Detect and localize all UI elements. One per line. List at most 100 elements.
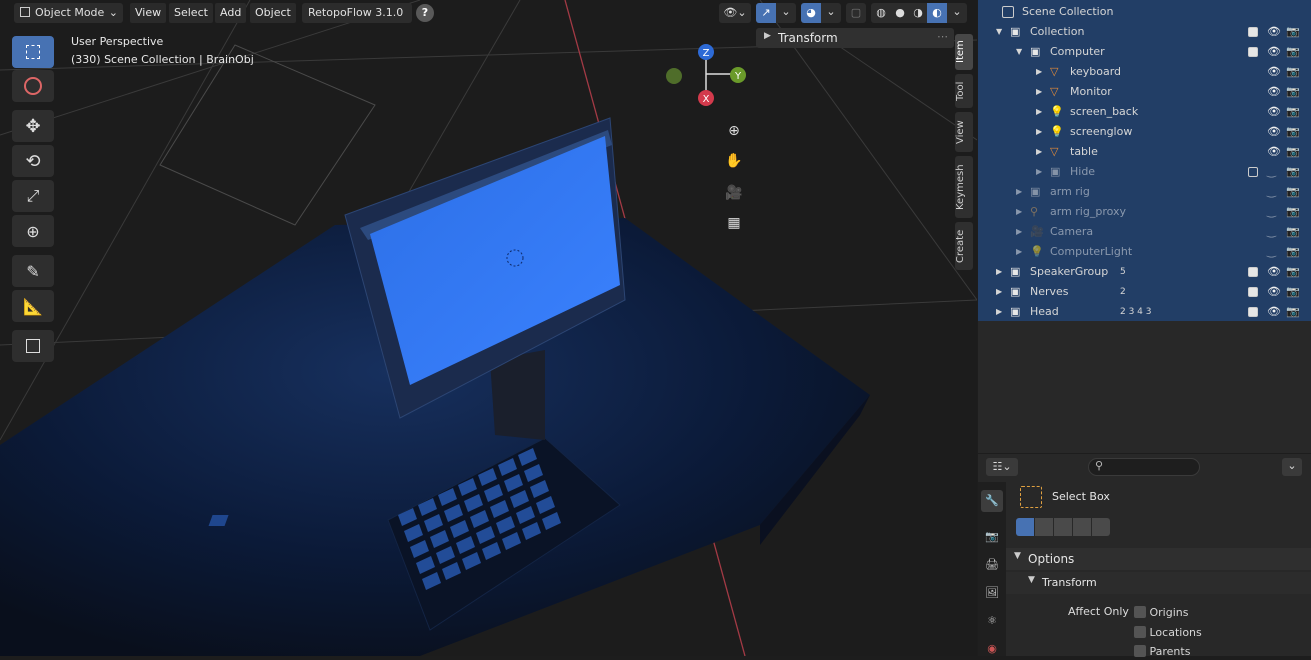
chevron-down-icon[interactable]: ⌄ (776, 3, 796, 23)
outliner-row[interactable]: ▶ ▽ table 👁 📷 (978, 142, 1311, 162)
outliner-row[interactable]: ▶ ▣ Hide ‿ 📷 (978, 162, 1311, 182)
eye-icon[interactable]: 👁 (1267, 102, 1281, 122)
3d-viewport[interactable]: Object Mode ⌄ View Select Add Object Reto… (0, 0, 977, 656)
properties-editor[interactable]: ☷⌄ ⚲ ⌄ Select Box ▼ Options ▼ Transform … (978, 454, 1311, 658)
eye-icon[interactable]: 👁 (1267, 142, 1281, 162)
eye-icon[interactable]: 👁 (1267, 262, 1281, 282)
retopoflow-menu[interactable]: RetopoFlow 3.1.0 (302, 3, 412, 23)
chevron-down-icon[interactable]: ⌄ (1282, 458, 1302, 476)
render-camera-icon[interactable]: 📷 (1286, 182, 1300, 202)
eye-icon[interactable]: 👁 (1267, 22, 1281, 42)
search-input[interactable]: ⚲ (1088, 458, 1200, 476)
expand-arrow-icon[interactable]: ▶ (1016, 202, 1022, 222)
shading-material-icon[interactable]: ◑ (909, 3, 927, 23)
menu-view[interactable]: View (130, 3, 167, 23)
tool-transform[interactable]: ⊕ (12, 215, 54, 247)
expand-arrow-icon[interactable]: ▼ (1016, 42, 1022, 62)
exclude-checkbox[interactable] (1248, 47, 1258, 57)
menu-select[interactable]: Select (169, 3, 213, 23)
render-camera-icon[interactable]: 📷 (1286, 282, 1300, 302)
render-camera-icon[interactable]: 📷 (1286, 142, 1300, 162)
eye-icon[interactable]: 👁 (1267, 62, 1281, 82)
render-camera-icon[interactable]: 📷 (1286, 62, 1300, 82)
drag-handle-icon[interactable]: ⋯ (937, 30, 948, 43)
tab-tool[interactable]: Tool (955, 74, 973, 108)
render-camera-icon[interactable]: 📷 (1286, 122, 1300, 142)
eye-closed-icon[interactable]: ‿ (1267, 182, 1276, 202)
outliner-row[interactable]: ▼ ▣ Computer 👁 📷 (978, 42, 1311, 62)
render-camera-icon[interactable]: 📷 (1286, 242, 1300, 262)
render-camera-icon[interactable]: 📷 (1286, 162, 1300, 182)
expand-arrow-icon[interactable]: ▶ (1036, 162, 1042, 182)
render-camera-icon[interactable]: 📷 (1286, 202, 1300, 222)
expand-arrow-icon[interactable]: ▶ (1016, 222, 1022, 242)
eye-closed-icon[interactable]: ‿ (1267, 222, 1276, 242)
options-panel-header[interactable]: ▼ Options (1006, 548, 1311, 570)
eye-closed-icon[interactable]: ‿ (1267, 242, 1276, 262)
affect-origins-checkbox[interactable]: Origins (1134, 606, 1188, 619)
tool-annotate[interactable]: ✎ (12, 255, 54, 287)
navigation-gizmo[interactable]: Z Y X (660, 42, 750, 106)
render-tab-icon[interactable]: 📷 (981, 526, 1003, 548)
chevron-down-icon[interactable]: ⌄ (947, 3, 967, 23)
world-tab-icon[interactable]: ◉ (981, 638, 1003, 656)
shading-rendered-icon[interactable]: ◐ (927, 3, 947, 23)
editor-type-dropdown[interactable]: ☷⌄ (986, 458, 1018, 476)
tool-add-cube[interactable] (12, 330, 54, 362)
tab-create[interactable]: Create (955, 222, 973, 270)
tab-view[interactable]: View (955, 112, 973, 152)
render-camera-icon[interactable]: 📷 (1286, 82, 1300, 102)
scene-tab-icon[interactable]: ⚛ (981, 610, 1003, 632)
outliner-row[interactable]: ▶ ▽ keyboard 👁 📷 (978, 62, 1311, 82)
grid-perspective-icon[interactable]: ▦ (721, 210, 747, 236)
render-camera-icon[interactable]: 📷 (1286, 262, 1300, 282)
expand-arrow-icon[interactable]: ▼ (996, 22, 1002, 42)
transform-panel-header[interactable]: ▶ Transform ⋯ (756, 28, 954, 48)
expand-arrow-icon[interactable]: ▶ (1036, 82, 1042, 102)
exclude-checkbox[interactable] (1248, 307, 1258, 317)
pan-hand-icon[interactable]: ✋ (721, 148, 747, 174)
mode-invert-icon[interactable] (1073, 518, 1091, 536)
expand-arrow-icon[interactable]: ▶ (1036, 62, 1042, 82)
chevron-down-icon[interactable]: ⌄ (821, 3, 841, 23)
output-tab-icon[interactable]: 🖨 (981, 554, 1003, 576)
tab-keymesh[interactable]: Keymesh (955, 156, 973, 218)
menu-add[interactable]: Add (215, 3, 247, 23)
expand-arrow-icon[interactable]: ▶ (1036, 142, 1042, 162)
render-camera-icon[interactable]: 📷 (1286, 302, 1300, 321)
tool-move[interactable]: ✥ (12, 110, 54, 142)
exclude-checkbox[interactable] (1248, 167, 1258, 177)
xray-toggle-icon[interactable]: ▢ (846, 3, 866, 23)
exclude-checkbox[interactable] (1248, 27, 1258, 37)
eye-icon[interactable]: 👁 (1267, 302, 1281, 321)
eye-icon[interactable]: 👁 (1267, 282, 1281, 302)
eye-icon[interactable]: 👁 (1267, 42, 1281, 62)
eye-icon[interactable]: 👁 (1267, 82, 1281, 102)
gizmo-toggle-icon[interactable]: ↗ (756, 3, 776, 23)
expand-arrow-icon[interactable]: ▶ (996, 282, 1002, 302)
mode-dropdown[interactable]: Object Mode ⌄ (14, 3, 123, 23)
tool-settings-tab-icon[interactable]: 🔧 (981, 490, 1003, 512)
outliner-row[interactable]: ▼ ▣ Collection 👁 📷 (978, 22, 1311, 42)
mode-intersect-icon[interactable] (1092, 518, 1110, 536)
mode-subtract-icon[interactable] (1054, 518, 1072, 536)
select-mode-buttons[interactable] (1016, 518, 1112, 538)
render-camera-icon[interactable]: 📷 (1286, 222, 1300, 242)
exclude-checkbox[interactable] (1248, 267, 1258, 277)
tool-select-box[interactable] (12, 36, 54, 68)
transform-subpanel-header[interactable]: ▼ Transform (1006, 572, 1311, 594)
shading-wireframe-icon[interactable]: ◍ (871, 3, 891, 23)
eye-closed-icon[interactable]: ‿ (1267, 162, 1276, 182)
outliner-row[interactable]: ▶ ▣ SpeakerGroup 5 👁 📷 (978, 262, 1311, 282)
mode-new-icon[interactable] (1016, 518, 1034, 536)
outliner-row[interactable]: ▶ ⚲ arm rig_proxy ‿ 📷 (978, 202, 1311, 222)
outliner[interactable]: Scene Collection ▼ ▣ Collection 👁 📷 ▼ ▣ Compute… (978, 0, 1311, 321)
camera-view-icon[interactable]: 🎥 (721, 180, 747, 206)
outliner-row[interactable]: ▶ 💡 ComputerLight ‿ 📷 (978, 242, 1311, 262)
zoom-icon[interactable]: ⊕ (721, 118, 747, 144)
outliner-row[interactable]: ▶ 💡 screenglow 👁 📷 (978, 122, 1311, 142)
view-layer-tab-icon[interactable]: 🖼 (981, 582, 1003, 604)
eye-icon[interactable]: 👁 (1267, 122, 1281, 142)
question-icon[interactable]: ? (416, 4, 434, 22)
mode-extend-icon[interactable] (1035, 518, 1053, 536)
